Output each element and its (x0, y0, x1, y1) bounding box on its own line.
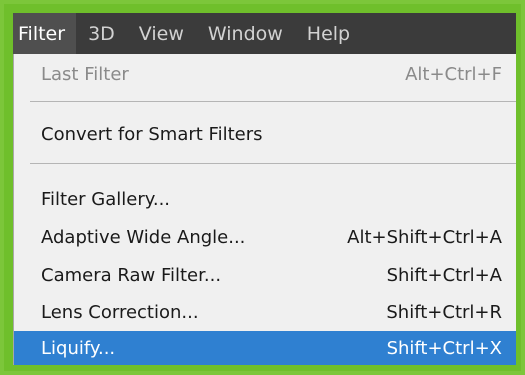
menu-bar: Filter 3D View Window Help (13, 13, 516, 54)
menu-item-label: Filter Gallery... (41, 188, 171, 210)
menu-item-label: Liquify... (41, 337, 116, 359)
menu-item-liquify[interactable]: Liquify... Shift+Ctrl+X (14, 331, 516, 365)
menu-item-label: Convert for Smart Filters (41, 123, 263, 145)
screenshot-frame: Filter 3D View Window Help Last Filter A… (0, 0, 525, 375)
menu-item-label: Last Filter (41, 63, 129, 85)
menu-item-lens-correction[interactable]: Lens Correction... Shift+Ctrl+R (14, 294, 516, 330)
menu-item-adaptive-wide-angle[interactable]: Adaptive Wide Angle... Alt+Shift+Ctrl+A (14, 219, 516, 255)
menu-item-camera-raw-filter[interactable]: Camera Raw Filter... Shift+Ctrl+A (14, 257, 516, 293)
menu-item-label: Adaptive Wide Angle... (41, 226, 246, 248)
menu-separator (30, 163, 516, 164)
menu-item-shortcut: Shift+Ctrl+A (386, 264, 502, 286)
filter-dropdown-menu: Last Filter Alt+Ctrl+F Convert for Smart… (13, 54, 516, 365)
menu-item-label: Camera Raw Filter... (41, 264, 222, 286)
menu-item-last-filter[interactable]: Last Filter Alt+Ctrl+F (14, 56, 516, 92)
menu-filter[interactable]: Filter (13, 13, 77, 54)
menu-item-shortcut: Shift+Ctrl+X (386, 337, 502, 359)
menu-item-convert-for-smart-filters[interactable]: Convert for Smart Filters (14, 116, 516, 152)
application-window: Filter 3D View Window Help Last Filter A… (13, 13, 516, 365)
menu-item-label: Lens Correction... (41, 301, 199, 323)
menu-separator (30, 101, 516, 102)
menu-item-shortcut: Shift+Ctrl+R (386, 301, 502, 323)
menu-item-shortcut: Alt+Shift+Ctrl+A (347, 226, 502, 248)
menu-help[interactable]: Help (295, 13, 362, 54)
menu-window[interactable]: Window (196, 13, 295, 54)
menu-3d[interactable]: 3D (76, 13, 127, 54)
menu-item-shortcut: Alt+Ctrl+F (405, 63, 502, 85)
menu-item-filter-gallery[interactable]: Filter Gallery... (14, 181, 516, 217)
menu-view[interactable]: View (127, 13, 196, 54)
